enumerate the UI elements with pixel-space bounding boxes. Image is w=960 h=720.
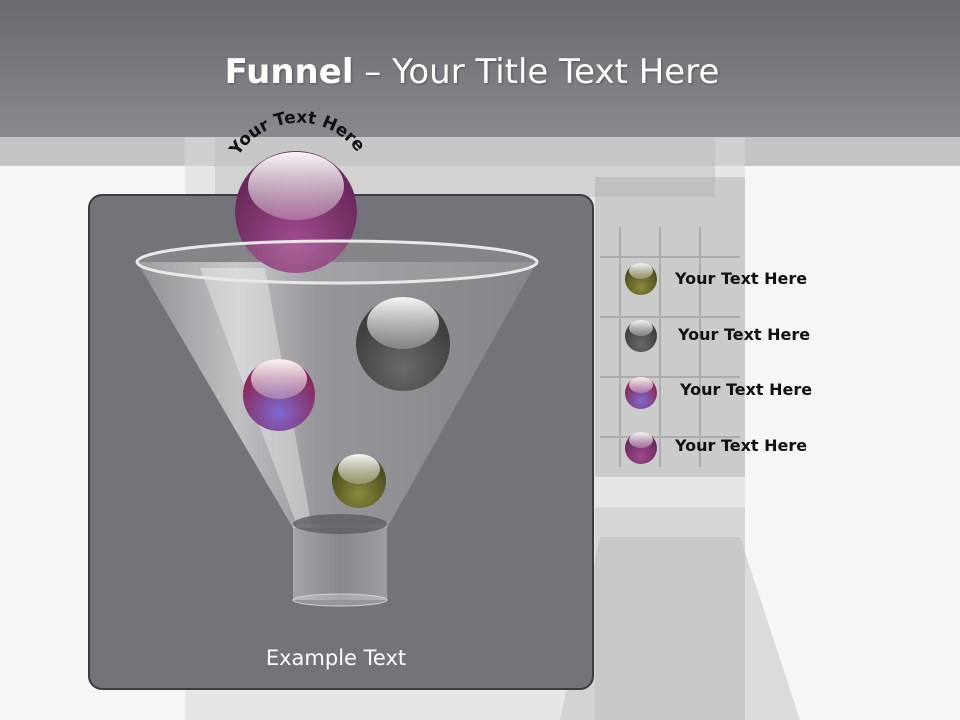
sphere-olive <box>332 454 386 508</box>
legend-label-1: Your Text Here <box>675 269 808 288</box>
legend-bullet-gray <box>625 320 657 352</box>
legend-label-4: Your Text Here <box>675 436 808 455</box>
funnel-rim <box>135 239 539 285</box>
legend-label-2: Your Text Here <box>678 325 811 344</box>
sphere-violet <box>243 359 315 431</box>
funnel-diagram: Your Text Here <box>135 108 657 607</box>
legend-bullet-olive <box>625 263 657 295</box>
sphere-gray <box>356 297 450 391</box>
legend-bullet-violet <box>625 377 657 409</box>
legend-label-3: Your Text Here <box>680 380 813 399</box>
legend-bullet-plum <box>625 432 657 464</box>
example-text: Example Text <box>265 646 407 670</box>
funnel-spout <box>292 514 388 607</box>
